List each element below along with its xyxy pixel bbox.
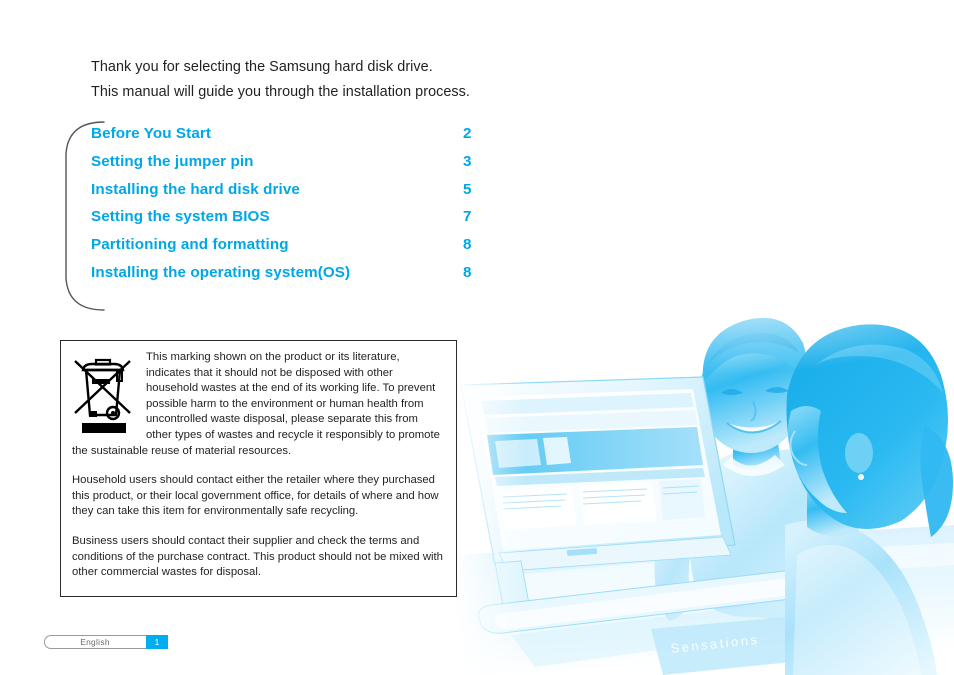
toc-item-label: Partitioning and formatting: [91, 236, 289, 254]
toc-item-label: Setting the jumper pin: [91, 152, 254, 170]
table-of-contents: Before You Start 2 Setting the jumper pi…: [60, 120, 471, 312]
toc-item[interactable]: Installing the operating system(OS) 8: [91, 259, 471, 287]
intro-line-2: This manual will guide you through the i…: [91, 83, 470, 100]
crossed-out-wheelie-bin-icon: [72, 353, 134, 437]
toc-item[interactable]: Before You Start 2: [91, 120, 471, 148]
page-number-badge: 1: [146, 635, 168, 649]
toc-item-label: Installing the operating system(OS): [91, 263, 351, 281]
language-label: English: [80, 637, 110, 647]
background-photograph: Sensations: [455, 225, 954, 675]
page-footer: English 1: [44, 635, 168, 649]
toc-item-page: 8: [463, 236, 472, 254]
toc-item-label: Setting the system BIOS: [91, 208, 270, 226]
toc-item-label: Installing the hard disk drive: [91, 180, 300, 198]
toc-item-page: 5: [463, 180, 472, 198]
desk-magazine-label: Sensations: [670, 632, 760, 656]
toc-item-page: 3: [463, 152, 472, 170]
toc-item[interactable]: Partitioning and formatting 8: [91, 231, 471, 259]
desk-magazine: Sensations: [651, 617, 801, 675]
intro-text: Thank you for selecting the Samsung hard…: [91, 55, 691, 104]
toc-item[interactable]: Setting the system BIOS 7: [91, 203, 471, 231]
weee-paragraph-2: Household users should contact either th…: [72, 474, 439, 518]
woman-figure: [785, 324, 953, 675]
toc-item-page: 8: [463, 263, 472, 281]
toc-list: Before You Start 2 Setting the jumper pi…: [91, 120, 471, 287]
monitor: [460, 376, 811, 667]
toc-item-page: 7: [463, 208, 472, 226]
weee-paragraph-3: Business users should contact their supp…: [72, 534, 443, 579]
toc-item-page: 2: [463, 125, 472, 142]
toc-item[interactable]: Installing the hard disk drive 5: [91, 176, 471, 204]
weee-notice-box: This marking shown on the product or its…: [60, 340, 457, 597]
toc-item[interactable]: Setting the jumper pin 3: [91, 148, 471, 176]
man-figure: [654, 317, 855, 645]
toc-item-label: Before You Start: [91, 125, 212, 142]
intro-line-1: Thank you for selecting the Samsung hard…: [91, 59, 433, 75]
